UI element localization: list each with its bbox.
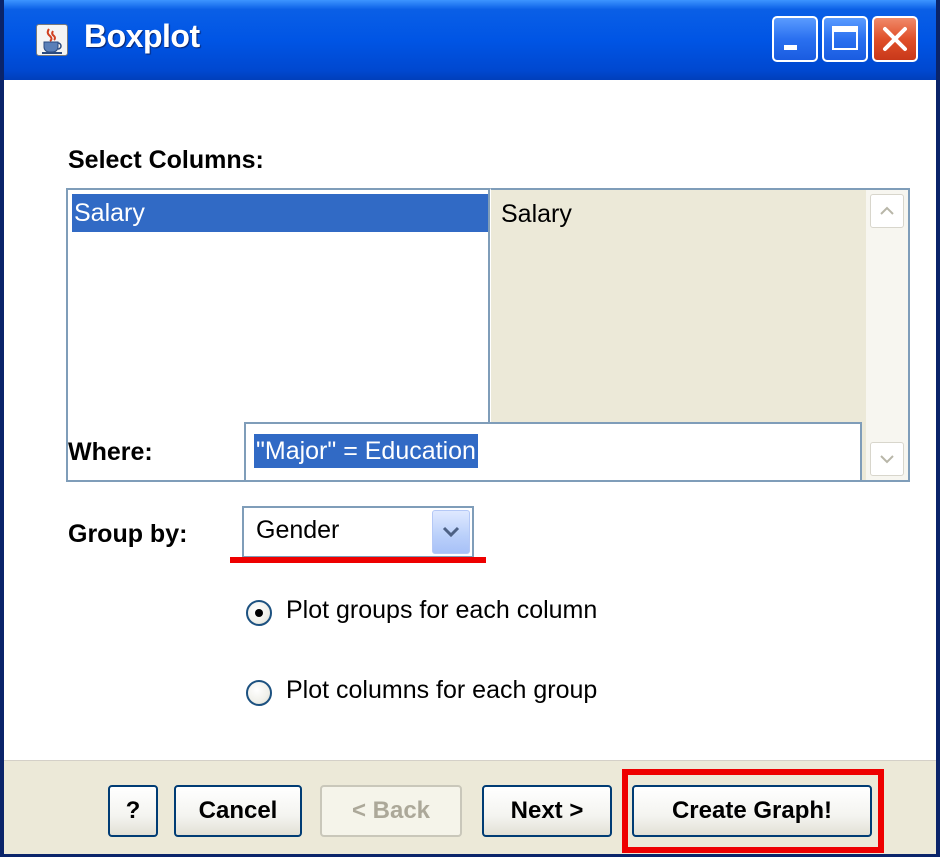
scroll-up-icon: [880, 206, 894, 215]
where-input-value: "Major" = Education: [254, 434, 478, 468]
group-by-highlight-underline: [230, 557, 486, 563]
scroll-down-icon: [880, 455, 894, 464]
maximize-button[interactable]: [822, 16, 868, 62]
chevron-down-icon: [442, 526, 460, 538]
back-button[interactable]: < Back: [320, 785, 462, 837]
scroll-down-button[interactable]: [870, 442, 904, 476]
java-cup-icon: [36, 24, 68, 56]
radio-plot-columns[interactable]: [246, 680, 272, 706]
button-bar: ? Cancel < Back Next > Create Graph!: [4, 760, 936, 854]
radio-plot-groups[interactable]: [246, 600, 272, 626]
window-title: Boxplot: [84, 18, 200, 54]
close-icon: [883, 27, 907, 51]
next-button[interactable]: Next >: [482, 785, 612, 837]
scroll-up-button[interactable]: [870, 194, 904, 228]
minimize-button[interactable]: [772, 16, 818, 62]
radio-selected-dot: [255, 609, 263, 617]
group-by-label: Group by:: [68, 520, 188, 548]
list-item-salary[interactable]: Salary: [72, 194, 488, 232]
close-button[interactable]: [872, 16, 918, 62]
maximize-icon: [832, 26, 858, 50]
group-by-dropdown-button[interactable]: [432, 510, 470, 554]
group-by-value: Gender: [256, 516, 340, 544]
select-columns-label: Select Columns:: [68, 146, 264, 174]
where-input[interactable]: "Major" = Education: [244, 422, 862, 482]
vertical-scrollbar[interactable]: [866, 190, 908, 480]
dialog-content: Select Columns: Salary Salary Where: "Ma…: [4, 80, 936, 854]
create-graph-highlight-box: [622, 769, 884, 853]
selected-column-text: Salary: [501, 200, 572, 228]
boxplot-dialog: Boxplot Select Columns: Salary Salary Wh…: [0, 0, 940, 857]
option-plot-groups-label: Plot groups for each column: [286, 596, 598, 624]
cancel-button[interactable]: Cancel: [174, 785, 302, 837]
minimize-icon: [784, 45, 797, 50]
title-bar[interactable]: Boxplot: [4, 0, 936, 80]
help-button[interactable]: ?: [108, 785, 158, 837]
option-plot-columns-label: Plot columns for each group: [286, 676, 598, 704]
where-label: Where:: [68, 438, 153, 466]
group-by-select[interactable]: Gender: [242, 506, 474, 558]
